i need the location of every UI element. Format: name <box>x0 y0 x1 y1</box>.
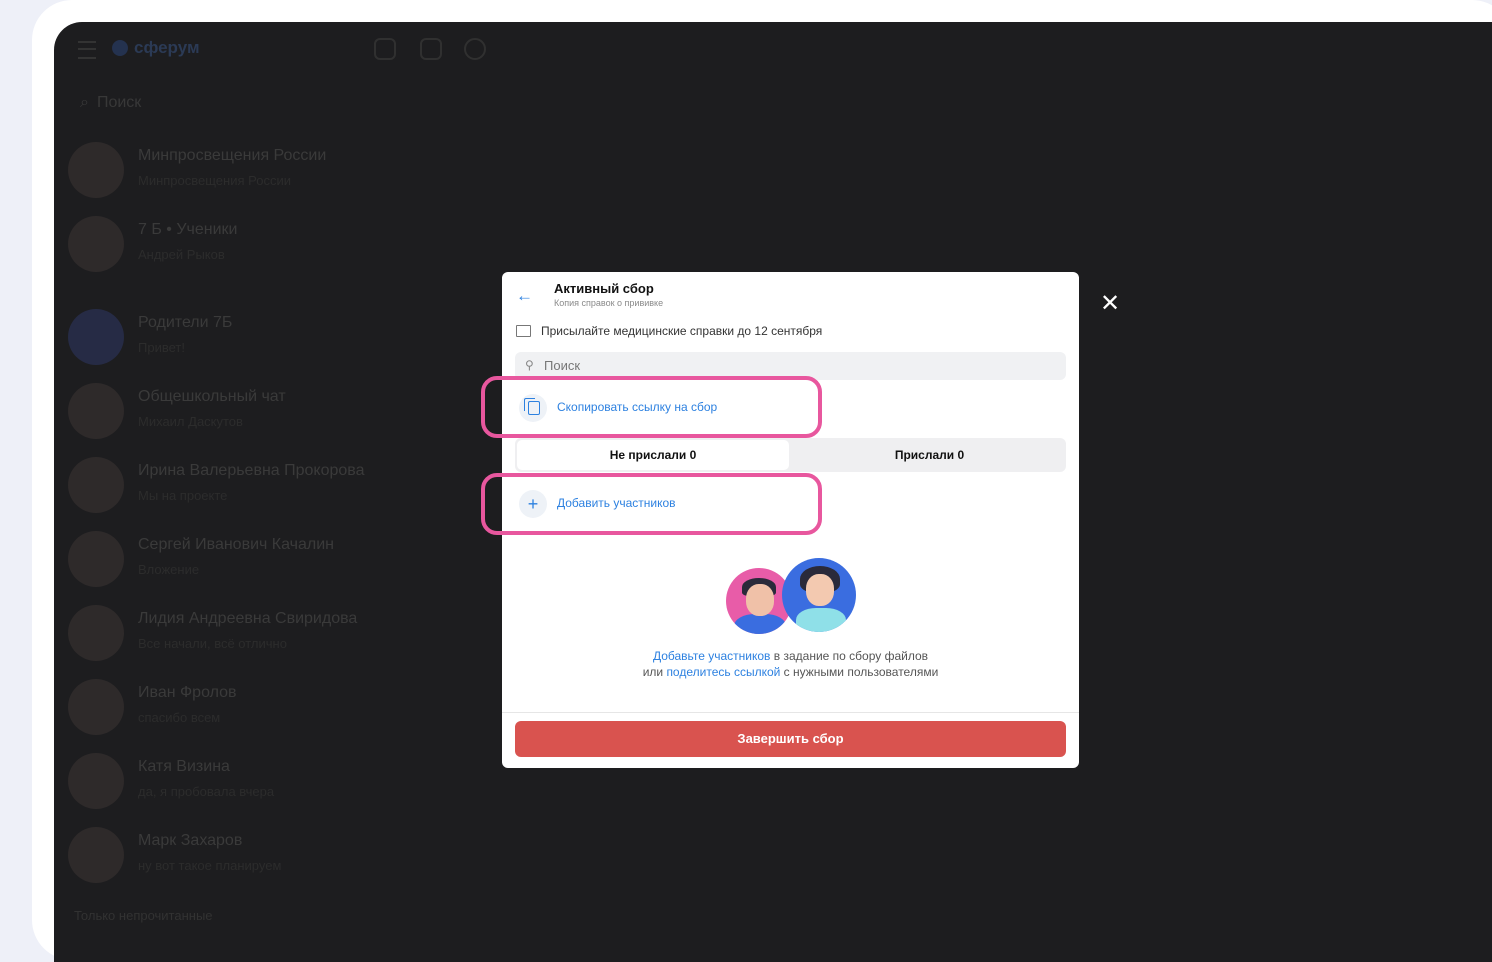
brand-name: сферум <box>134 38 200 57</box>
chat-name: Родители 7Б <box>138 314 233 331</box>
submission-tabs: Не прислали 0 Прислали 0 <box>515 438 1066 472</box>
search-placeholder: Поиск <box>544 358 581 373</box>
empty-state-text: Добавьте участников в задание по сбору ф… <box>642 648 939 680</box>
chat-name: Ирина Валерьевна Прокорова <box>138 462 365 479</box>
menu-icon[interactable] <box>78 41 96 59</box>
finish-collection-button[interactable]: Завершить сбор <box>515 721 1066 757</box>
folder-icon <box>516 325 531 337</box>
status-icon[interactable] <box>464 38 486 60</box>
chat-name: Катя Визина <box>138 758 230 775</box>
brand-logo: сферум <box>112 38 200 58</box>
avatar <box>68 531 124 587</box>
chat-name: Минпросвещения России <box>138 147 327 164</box>
chat-name: Иван Фролов <box>138 684 237 701</box>
avatar <box>68 383 124 439</box>
chat-preview: Мы на проекте <box>138 488 228 503</box>
chat-item[interactable]: Катя Визина да, я пробовала вчера <box>68 753 498 827</box>
unread-filter[interactable]: Только непрочитанные <box>74 908 213 923</box>
chat-preview: Вложение <box>138 562 200 577</box>
add-participants-link[interactable]: Добавьте участников <box>653 649 770 663</box>
avatar <box>68 142 124 198</box>
chat-item[interactable]: Лидия Андреевна Свиридова Все начали, вс… <box>68 605 498 679</box>
chat-name: Лидия Андреевна Свиридова <box>138 610 358 627</box>
sidebar-search-placeholder: Поиск <box>96 94 142 111</box>
call-icon[interactable] <box>374 38 396 60</box>
highlight-add-participants <box>481 473 822 535</box>
chat-preview: Андрей Рыков <box>138 247 225 262</box>
avatar <box>68 457 124 513</box>
chat-item[interactable]: Марк Захаров ну вот такое планируем <box>68 827 498 901</box>
share-link[interactable]: поделитесь ссылкой <box>666 665 780 679</box>
sidebar-search[interactable]: ⌕ Поиск <box>80 94 141 112</box>
chat-preview: Михаил Даскутов <box>138 414 243 429</box>
chat-item[interactable]: Минпросвещения России Минпросвещения Рос… <box>68 142 498 216</box>
logo-icon <box>112 40 128 56</box>
divider <box>502 712 1079 713</box>
avatar <box>68 753 124 809</box>
chat-preview: спасибо всем <box>138 710 221 725</box>
info-text: с нужными пользователями <box>780 665 939 679</box>
chat-name: Общешкольный чат <box>138 388 286 405</box>
modal-subtitle: Копия справок о прививке <box>554 298 664 308</box>
top-bar: сферум <box>54 22 494 78</box>
compose-icon[interactable] <box>420 38 442 60</box>
chat-name: Марк Захаров <box>138 832 243 849</box>
chat-preview: Минпросвещения России <box>138 173 291 188</box>
avatar <box>68 309 124 365</box>
avatar <box>68 827 124 883</box>
close-icon[interactable]: ✕ <box>1100 292 1120 316</box>
avatar <box>68 605 124 661</box>
chat-item[interactable]: Сергей Иванович Качалин Вложение <box>68 531 498 605</box>
chat-name: Сергей Иванович Качалин <box>138 536 334 553</box>
chat-item[interactable]: Общешкольный чат Михаил Даскутов <box>68 383 498 457</box>
chat-item[interactable]: Родители 7Б Привет! <box>68 309 498 383</box>
search-icon: ⌕ <box>80 94 89 111</box>
person-illustration <box>782 558 856 632</box>
chat-item[interactable]: Ирина Валерьевна Прокорова Мы на проекте <box>68 457 498 531</box>
chat-name: 7 Б • Ученики <box>138 221 238 238</box>
modal-title: Активный сбор <box>554 281 654 296</box>
chat-preview: Привет! <box>138 340 185 355</box>
search-icon: ⚲ <box>525 358 534 372</box>
avatar <box>68 216 124 272</box>
tab-not-sent[interactable]: Не прислали 0 <box>517 440 789 470</box>
chat-preview: да, я пробовала вчера <box>138 784 275 799</box>
highlight-copy-link <box>481 376 822 438</box>
chat-item[interactable]: Иван Фролов спасибо всем <box>68 679 498 753</box>
empty-state-illustration <box>726 558 856 638</box>
tab-sent[interactable]: Прислали 0 <box>793 438 1066 472</box>
chat-item[interactable]: 7 Б • Ученики Андрей Рыков <box>68 216 498 290</box>
collection-notice: Присылайте медицинские справки до 12 сен… <box>541 324 823 338</box>
chat-preview: Все начали, всё отлично <box>138 636 287 651</box>
arrow-left-icon[interactable]: ← <box>516 286 533 306</box>
chat-preview: ну вот такое планируем <box>138 858 282 873</box>
avatar <box>68 679 124 735</box>
